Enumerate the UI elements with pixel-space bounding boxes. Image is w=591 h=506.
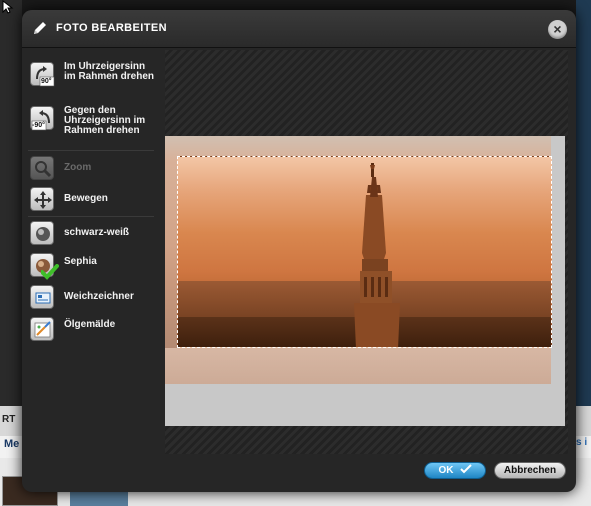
rotate-badge: 90° [41, 78, 52, 85]
tool-label: Im Uhrzeigersinn im Rahmen drehen [64, 61, 155, 82]
dialog-title: FOTO BEARBEITEN [56, 22, 167, 34]
checkmark-icon [40, 264, 59, 285]
sepia-tool[interactable]: Sephia [30, 253, 158, 280]
rotate-clockwise-icon: 90° [30, 62, 55, 87]
background-text-2: Me [4, 438, 20, 450]
dialog-header: FOTO BEARBEITEN × [22, 10, 576, 48]
move-icon [30, 187, 54, 211]
checkmark-icon [459, 464, 472, 477]
dialog-footer: OK Abbrechen [22, 456, 576, 492]
soften-tool[interactable]: Weichzeichner [30, 285, 158, 309]
photo-edit-dialog: FOTO BEARBEITEN × 90° Im Uhrzeigersinn i… [22, 10, 576, 492]
background-link: s i [576, 437, 588, 448]
close-button[interactable]: × [548, 20, 567, 39]
crop-selection[interactable] [177, 156, 552, 348]
zoom-icon [30, 156, 54, 180]
oil-painting-tool[interactable]: Ölgemälde [30, 317, 158, 341]
zoom-tool: Zoom [30, 156, 158, 180]
rotate-clockwise-tool[interactable]: 90° Im Uhrzeigersinn im Rahmen drehen [30, 61, 158, 87]
rotate-badge: -90° [32, 122, 45, 129]
rotate-counterclockwise-tool[interactable]: -90° Gegen den Uhrzeigersinn im Rahmen d… [30, 106, 158, 136]
separator [28, 216, 154, 217]
photo-frame [165, 136, 565, 426]
tool-sidebar: 90° Im Uhrzeigersinn im Rahmen drehen -9… [22, 50, 158, 454]
photo-uncropped-area [165, 348, 551, 384]
tool-label: Gegen den Uhrzeigersinn im Rahmen drehen [64, 105, 146, 136]
tool-label: Ölgemälde [64, 319, 116, 330]
tool-label: Sephia [64, 256, 97, 267]
cancel-button[interactable]: Abbrechen [494, 462, 566, 479]
tool-label: Bewegen [64, 193, 108, 204]
ok-label: OK [438, 465, 454, 476]
separator [28, 150, 154, 151]
pencil-icon [32, 20, 48, 36]
mouse-cursor-icon [2, 0, 14, 14]
oil-painting-icon [30, 317, 54, 341]
tool-label: Zoom [64, 162, 92, 173]
black-white-icon [30, 221, 54, 245]
image-canvas[interactable] [165, 50, 568, 454]
tool-label: schwarz-weiß [64, 227, 130, 238]
soften-icon [30, 285, 54, 309]
move-tool[interactable]: Bewegen [30, 187, 158, 211]
black-white-tool[interactable]: schwarz-weiß [30, 221, 158, 245]
background-text: RT [2, 414, 16, 425]
rotate-counterclockwise-icon: -90° [30, 106, 54, 131]
tool-label: Weichzeichner [64, 291, 134, 302]
statue-of-liberty-image [354, 163, 400, 347]
ok-button[interactable]: OK [424, 462, 486, 479]
sepia-icon [30, 253, 59, 280]
